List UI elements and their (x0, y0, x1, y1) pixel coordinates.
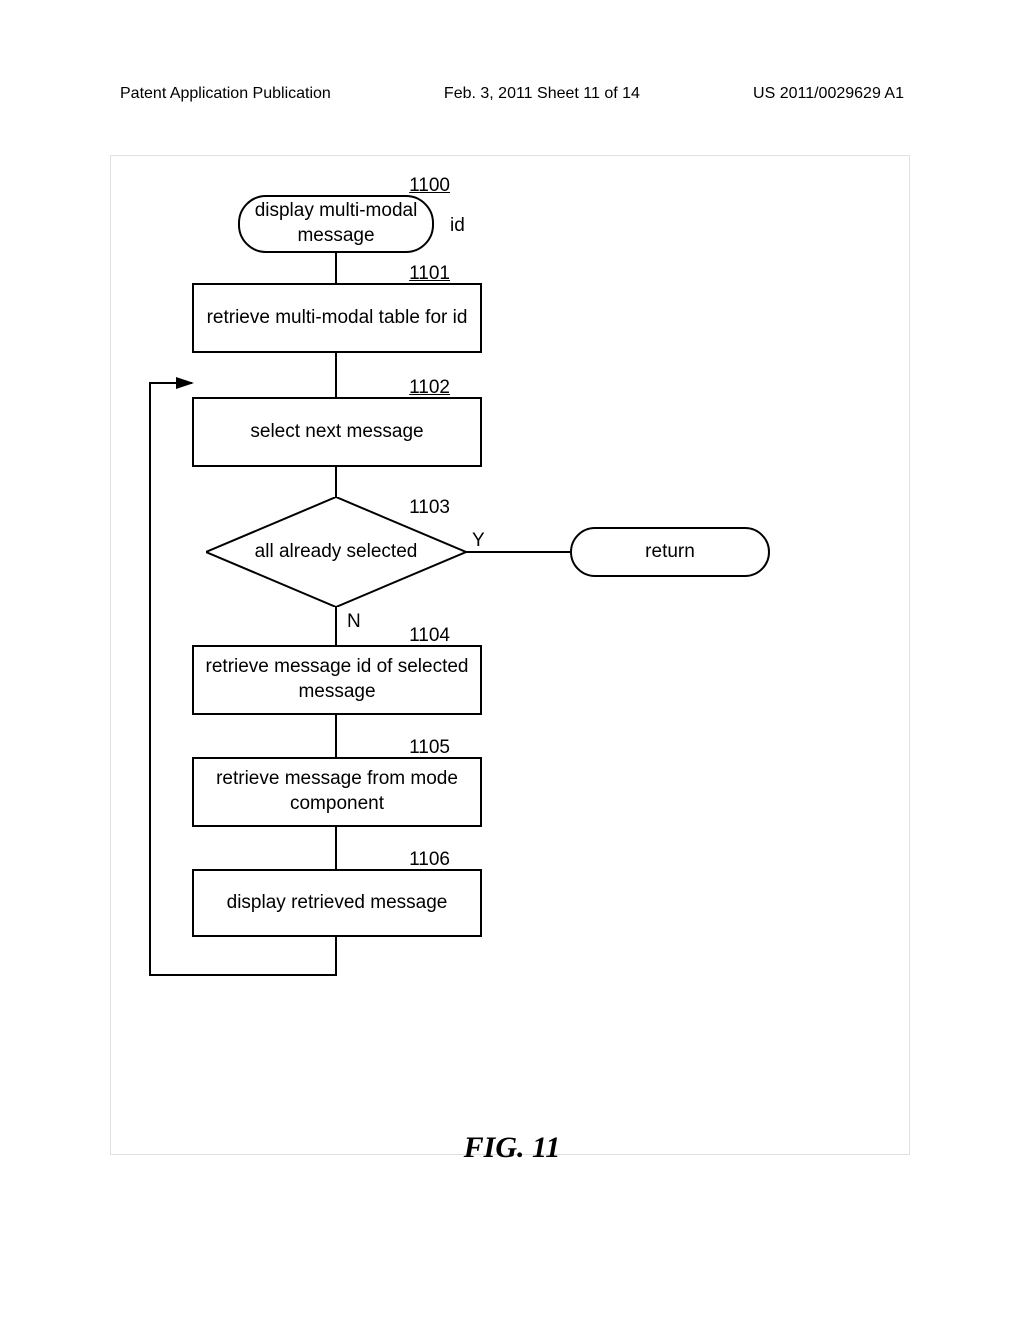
header-right: US 2011/0029629 A1 (753, 85, 904, 103)
header-center: Feb. 3, 2011 Sheet 11 of 14 (444, 85, 640, 103)
connectors (110, 175, 910, 1015)
header-left: Patent Application Publication (120, 85, 331, 103)
figure-caption: FIG. 11 (0, 1131, 1024, 1165)
flowchart: 1100 display multi-modal message id 1101… (110, 175, 910, 1025)
page-header: Patent Application Publication Feb. 3, 2… (0, 0, 1024, 103)
